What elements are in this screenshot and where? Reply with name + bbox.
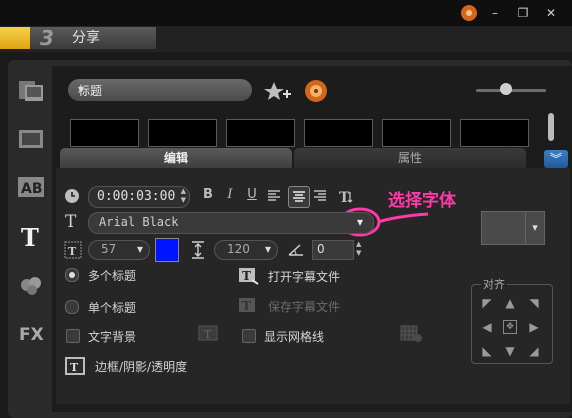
title-thumbnail[interactable] [382,119,451,147]
title-thumbnail[interactable] [304,119,373,147]
text-background-settings-icon[interactable]: T [196,322,220,347]
expand-panel-button[interactable]: ︾ [544,150,568,168]
preset-style-select[interactable]: ▾ [481,211,545,245]
graphics-icon[interactable] [16,270,46,300]
text-tool-icon[interactable]: T [16,222,46,252]
zoom-slider-handle[interactable] [500,83,512,95]
timecode-value: 0:00:03:00 [97,189,176,204]
align-right-icon[interactable] [312,188,328,207]
title-thumbnail[interactable] [460,119,529,147]
thumbnail-scrollbar[interactable] [548,113,554,141]
alignment-label: 对齐 [481,276,507,292]
font-size-select[interactable]: 57 ▾ [88,240,150,260]
chevron-down-icon: ▾ [264,242,271,256]
line-spacing-icon [190,241,206,262]
fx-filter-icon[interactable]: FX [16,318,46,348]
svg-text:T: T [65,212,77,230]
align-top-left-icon[interactable]: ◤ [480,296,494,310]
title-effect-icon[interactable] [304,79,328,106]
show-grid-checkbox[interactable] [242,329,256,343]
close-icon[interactable]: ✕ [542,4,560,22]
title-bar: – ❐ ✕ [0,0,572,26]
single-title-radio[interactable] [65,300,79,314]
angle-input[interactable]: 0 [312,240,354,260]
title-thumbnail[interactable] [226,119,295,147]
duration-timecode-field[interactable]: 0:00:03:00 ▲ ▼ [88,186,190,208]
media-library-icon[interactable] [16,76,46,106]
line-spacing-value: 120 [227,242,250,256]
font-family-select[interactable]: Arial Black ▾ [88,212,374,234]
align-center-icon[interactable]: ✥ [503,320,517,334]
open-subtitle-icon[interactable]: T [238,266,260,289]
timecode-stepper[interactable]: ▲ ▼ [181,187,186,205]
chevron-down-icon: ▾ [78,82,85,96]
sidebar: AB T FX [10,66,52,412]
italic-button[interactable]: I [222,187,238,202]
font-icon: T [64,212,80,233]
grid-settings-icon[interactable] [398,322,424,347]
transition-icon[interactable] [16,124,46,154]
svg-text:AB: AB [21,181,43,197]
align-bottom-right-icon[interactable]: ◢ [527,344,541,358]
step-indicator [0,27,30,49]
text-background-label: 文字背景 [88,330,137,344]
add-favorite-icon[interactable] [264,80,292,107]
step-label: 分享 [72,30,100,46]
align-middle-right-icon[interactable]: ▶ [527,320,541,334]
svg-text:T: T [70,361,79,374]
single-title-label: 单个标题 [88,301,137,315]
align-bottom-center-icon[interactable]: ▼ [503,344,517,358]
align-center-button[interactable] [288,186,310,208]
multi-title-label: 多个标题 [88,269,137,283]
svg-text:T: T [204,328,212,341]
app-logo-icon [460,4,478,22]
text-background-checkbox[interactable] [66,329,80,343]
tab-edit[interactable]: 编辑 [60,148,292,168]
clock-icon [64,188,80,207]
align-middle-left-icon[interactable]: ◀ [480,320,494,334]
font-family-value: Arial Black [99,215,179,229]
tab-properties[interactable]: 属性 [294,148,526,168]
underline-button[interactable]: U [244,187,260,202]
border-shadow-icon[interactable]: T [64,356,86,379]
line-spacing-select[interactable]: 120 ▾ [214,240,278,260]
multi-title-radio[interactable] [65,268,79,282]
bold-button[interactable]: B [200,187,216,202]
align-top-right-icon[interactable]: ◥ [527,296,541,310]
text-color-swatch[interactable] [155,238,179,262]
title-thumbnail[interactable] [70,119,139,147]
title-ab-icon[interactable]: AB [16,172,46,202]
align-bottom-left-icon[interactable]: ◣ [480,344,494,358]
save-subtitle-icon: T [238,296,260,319]
font-size-value: 57 [101,242,117,256]
title-thumbnail[interactable] [148,119,217,147]
angle-stepper[interactable]: ▲ ▼ [356,240,361,258]
minimize-icon[interactable]: – [486,4,504,22]
svg-text:T: T [242,269,251,283]
chevron-down-icon: ▾ [356,215,363,229]
angle-value: 0 [317,242,325,256]
step-number: 3 [40,26,54,50]
title-category-select[interactable]: 标题 ▾ [68,79,252,101]
save-subtitle-label: 保存字幕文件 [268,300,341,314]
font-size-icon: T [64,241,82,262]
align-left-icon[interactable] [266,188,282,207]
angle-icon [288,243,304,260]
chevron-down-icon: ▾ [136,242,143,256]
svg-text:T: T [21,224,39,250]
svg-text:FX: FX [19,325,44,345]
show-grid-label: 显示网格线 [264,330,325,344]
svg-text:T: T [68,245,77,258]
open-subtitle-label[interactable]: 打开字幕文件 [268,268,340,285]
chevron-down-icon: ▾ [525,212,544,244]
border-shadow-label[interactable]: 边框/阴影/透明度 [95,358,187,375]
restore-icon[interactable]: ❐ [514,4,532,22]
svg-text:T: T [242,299,251,313]
align-top-center-icon[interactable]: ▲ [503,296,517,310]
